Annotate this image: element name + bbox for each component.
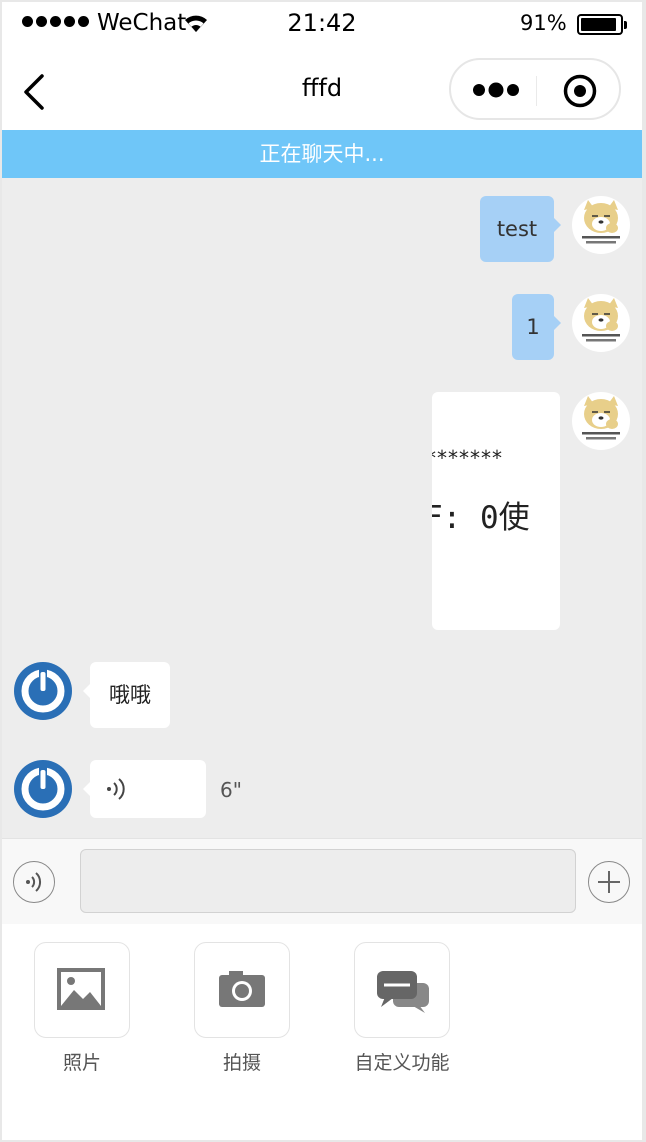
- more-functions-button[interactable]: [588, 861, 630, 903]
- status-bar: WeChat 21:42 91%: [2, 2, 642, 46]
- tool-custom-label: 自定义功能: [354, 1052, 450, 1074]
- dog-avatar-icon: [582, 200, 620, 244]
- tool-custom-box[interactable]: [354, 942, 450, 1038]
- my-avatar[interactable]: [572, 196, 630, 254]
- battery-icon: [577, 14, 627, 35]
- voice-wave-icon: [107, 778, 125, 800]
- chat-bubbles-icon: [377, 971, 429, 1013]
- tool-photo-label: 照片: [62, 1052, 101, 1074]
- contact-avatar[interactable]: [14, 760, 72, 818]
- function-panel: 照片 拍摄 自定义功能: [2, 924, 642, 1140]
- mini-program-capsule: [449, 58, 621, 120]
- voice-icon: [26, 872, 42, 892]
- photo-icon: [57, 968, 105, 1010]
- voice-duration: 6": [220, 778, 242, 802]
- message-input-bar: [2, 838, 642, 924]
- tool-camera[interactable]: 拍摄: [194, 942, 290, 1075]
- phone-screen: WeChat 21:42 91% fffd 正在聊天中... test 1 **…: [2, 2, 642, 1140]
- more-options-icon[interactable]: [471, 80, 521, 100]
- tool-custom[interactable]: 自定义功能: [354, 942, 450, 1075]
- power-logo-icon: [21, 766, 65, 811]
- my-avatar[interactable]: [572, 392, 630, 450]
- image-text-line: F: 0使: [432, 500, 530, 536]
- dog-avatar-icon: [582, 298, 620, 342]
- contact-avatar[interactable]: [14, 662, 72, 720]
- voice-input-button[interactable]: [13, 861, 55, 903]
- chat-message-list[interactable]: test 1 ******* F: 0使 哦哦 6": [2, 178, 642, 838]
- tool-photo-box[interactable]: [34, 942, 130, 1038]
- capsule-divider: [536, 76, 537, 106]
- dog-avatar-icon: [582, 396, 620, 440]
- voice-message-bubble[interactable]: [83, 760, 206, 818]
- navigation-bar: fffd: [2, 46, 642, 130]
- tool-camera-box[interactable]: [194, 942, 290, 1038]
- image-message[interactable]: ******* F: 0使: [432, 392, 560, 630]
- plus-icon: [598, 871, 620, 893]
- image-text-stars: *******: [432, 446, 503, 470]
- tool-photo[interactable]: 照片: [34, 942, 130, 1075]
- message-text-input[interactable]: [80, 849, 576, 913]
- message-bubble[interactable]: 1: [512, 294, 561, 360]
- battery-percentage: 91%: [520, 11, 567, 35]
- my-avatar[interactable]: [572, 294, 630, 352]
- message-bubble[interactable]: test: [480, 196, 561, 262]
- message-bubble[interactable]: 哦哦: [83, 662, 170, 728]
- close-mini-program-icon[interactable]: [563, 74, 597, 108]
- power-logo-icon: [21, 668, 65, 713]
- chat-status-banner: 正在聊天中...: [2, 130, 642, 178]
- tool-camera-label: 拍摄: [222, 1052, 261, 1074]
- camera-icon: [219, 971, 265, 1007]
